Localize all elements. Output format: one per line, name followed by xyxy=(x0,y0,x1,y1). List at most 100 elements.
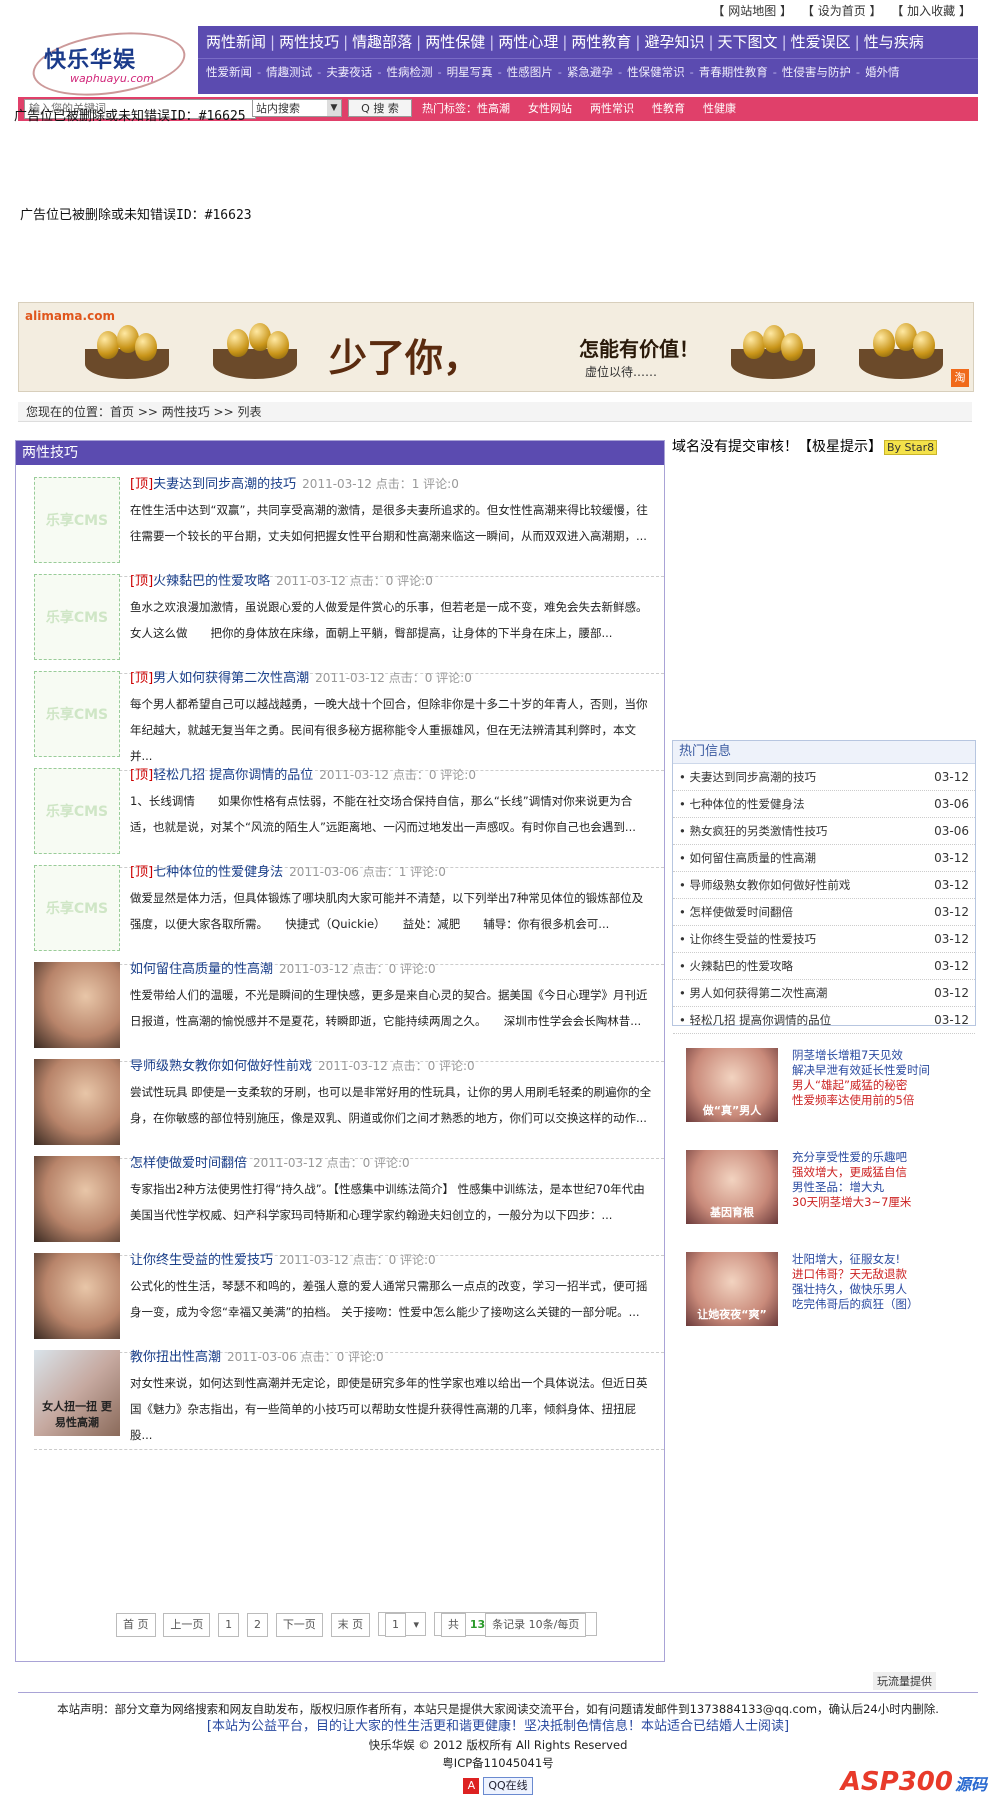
search-scope-select[interactable]: 站内搜索 ▼ xyxy=(252,99,342,117)
subnav-item[interactable]: 性感图片 xyxy=(507,65,553,79)
article-thumbnail[interactable] xyxy=(34,962,120,1048)
promo-line-link[interactable]: 30天阴茎增大3~7厘米 xyxy=(792,1195,962,1210)
hot-info-item[interactable]: • 男人如何获得第二次性高潮 03-12 xyxy=(673,980,975,1007)
article-title-link[interactable]: 轻松几招 提高你调情的品位 xyxy=(153,768,313,783)
promo-line-link[interactable]: 强效增大，更威猛自信 xyxy=(792,1165,962,1180)
article-thumbnail[interactable]: 乐享CMS xyxy=(34,574,120,660)
nav-item[interactable]: 性爱误区 xyxy=(791,33,851,51)
hot-info-title-link[interactable]: • 轻松几招 提高你调情的品位 xyxy=(679,1013,831,1027)
qq-online-button[interactable]: QQ在线 xyxy=(483,1777,533,1795)
article-title-link[interactable]: 教你扭出性高潮 xyxy=(130,1350,221,1365)
promo-line-link[interactable]: 阴茎增长增粗7天见效 xyxy=(792,1048,962,1063)
hot-info-title-link[interactable]: • 火辣黏巴的性爱攻略 xyxy=(679,959,793,973)
hot-info-item[interactable]: • 火辣黏巴的性爱攻略 03-12 xyxy=(673,953,975,980)
article-title-link[interactable]: 男人如何获得第二次性高潮 xyxy=(153,671,309,686)
article-thumbnail[interactable] xyxy=(34,1253,120,1339)
next-page-button[interactable]: 下一页 xyxy=(275,1613,323,1637)
page-select[interactable]: 1 ▾ xyxy=(377,1612,426,1637)
nav-item[interactable]: 两性教育 xyxy=(571,33,631,51)
hot-info-item[interactable]: • 怎样使做爱时间翻倍 03-12 xyxy=(673,899,975,926)
hot-info-title-link[interactable]: • 导师级熟女教你如何做好性前戏 xyxy=(679,878,850,892)
promo-line-link[interactable]: 性爱频率达使用前的5倍 xyxy=(792,1093,962,1108)
set-home-link[interactable]: 【 设为首页 】 xyxy=(802,4,882,18)
hot-info-title-link[interactable]: • 七种体位的性爱健身法 xyxy=(679,797,804,811)
hot-info-item[interactable]: • 夫妻达到同步高潮的技巧 03-12 xyxy=(673,764,975,791)
promo-line-link[interactable]: 进口伟哥？天无敌退款 xyxy=(792,1267,962,1282)
last-page-button[interactable]: 末 页 xyxy=(330,1613,371,1637)
subnav-item[interactable]: 情趣测试 xyxy=(266,65,312,79)
search-button[interactable]: Q 搜 索 xyxy=(348,99,412,117)
promo-image[interactable]: 基因育根 xyxy=(686,1150,778,1224)
article-title-link[interactable]: 七种体位的性爱健身法 xyxy=(153,865,283,880)
hot-info-title-link[interactable]: • 熟女疯狂的另类激情性技巧 xyxy=(679,824,827,838)
subnav-item[interactable]: 性保健常识 xyxy=(627,65,685,79)
promo-ad[interactable]: 让她夜夜“爽” 壮阳增大，征服女友! 进口伟哥？天无敌退款 强壮持久，做快乐男人 吃完伟… xyxy=(686,1252,956,1326)
article-thumbnail[interactable] xyxy=(34,1156,120,1242)
add-favorite-link[interactable]: 【 加入收藏 】 xyxy=(891,4,971,18)
hot-tag-link[interactable]: 性教育 xyxy=(652,102,685,115)
ad-banner[interactable]: alimama.com 少了你， 怎能有价值！ 虚位以待…… 淘 xyxy=(18,302,974,392)
article-title-link[interactable]: 导师级熟女教你如何做好性前戏 xyxy=(130,1059,312,1074)
subnav-item[interactable]: 夫妻夜话 xyxy=(326,65,372,79)
hot-info-title-link[interactable]: • 夫妻达到同步高潮的技巧 xyxy=(679,770,816,784)
hot-info-title-link[interactable]: • 如何留住高质量的性高潮 xyxy=(679,851,816,865)
hot-info-item[interactable]: • 让你终生受益的性爱技巧 03-12 xyxy=(673,926,975,953)
promo-line-link[interactable]: 吃完伟哥后的疯狂（图） xyxy=(792,1297,962,1312)
hot-info-item[interactable]: • 熟女疯狂的另类激情性技巧 03-06 xyxy=(673,818,975,845)
hot-tag-link[interactable]: 性高潮 xyxy=(477,102,510,115)
promo-line-link[interactable]: 解决早泄有效延长性爱时间 xyxy=(792,1063,962,1078)
hot-info-item[interactable]: • 导师级熟女教你如何做好性前戏 03-12 xyxy=(673,872,975,899)
hot-info-item[interactable]: • 七种体位的性爱健身法 03-06 xyxy=(673,791,975,818)
article-thumbnail[interactable]: 乐享CMS xyxy=(34,865,120,951)
article-thumbnail[interactable]: 女人扭一扭 更易性高潮 xyxy=(34,1350,120,1436)
nav-item[interactable]: 两性心理 xyxy=(498,33,558,51)
article-title-link[interactable]: 火辣黏巴的性爱攻略 xyxy=(153,574,270,589)
nav-item[interactable]: 两性保健 xyxy=(425,33,485,51)
article-thumbnail[interactable]: 乐享CMS xyxy=(34,477,120,563)
nav-item[interactable]: 性与疾病 xyxy=(864,33,924,51)
article-thumbnail[interactable]: 乐享CMS xyxy=(34,671,120,757)
hot-info-item[interactable]: • 如何留住高质量的性高潮 03-12 xyxy=(673,845,975,872)
subnav-item[interactable]: 性侵害与防护 xyxy=(782,65,851,79)
hot-tag-link[interactable]: 两性常识 xyxy=(590,102,634,115)
promo-ad[interactable]: 做“真”男人 阴茎增长增粗7天见效 解决早泄有效延长性爱时间 男人“雄起”威猛的秘密性… xyxy=(686,1048,956,1122)
article-thumbnail[interactable]: 乐享CMS xyxy=(34,768,120,854)
subnav-item[interactable]: 青春期性教育 xyxy=(699,65,768,79)
promo-line-link[interactable]: 充分享受性爱的乐趣吧 xyxy=(792,1150,962,1165)
subnav-item[interactable]: 性爱新闻 xyxy=(206,65,252,79)
sitemap-link[interactable]: 【 网站地图 】 xyxy=(712,4,792,18)
article-title-link[interactable]: 夫妻达到同步高潮的技巧 xyxy=(153,477,296,492)
prev-page-button[interactable]: 上一页 xyxy=(163,1613,211,1637)
nav-item[interactable]: 情趣部落 xyxy=(352,33,412,51)
nav-item[interactable]: 天下图文 xyxy=(718,33,778,51)
promo-line-link[interactable]: 男人“雄起”威猛的秘密 xyxy=(792,1078,962,1093)
page-2-button[interactable]: 2 xyxy=(246,1613,268,1637)
promo-line-link[interactable]: 男性圣品：增大丸 xyxy=(792,1180,962,1195)
hot-info-item[interactable]: • 轻松几招 提高你调情的品位 03-12 xyxy=(673,1007,975,1034)
subnav-item[interactable]: 性病检测 xyxy=(386,65,432,79)
article-title-link[interactable]: 怎样使做爱时间翻倍 xyxy=(130,1156,247,1171)
article-title-link[interactable]: 如何留住高质量的性高潮 xyxy=(130,962,273,977)
site-logo[interactable]: 快乐华娱 waphuayu.com xyxy=(18,23,194,105)
subnav-item[interactable]: 婚外情 xyxy=(865,65,900,79)
nav-item[interactable]: 两性技巧 xyxy=(279,33,339,51)
hot-info-title-link[interactable]: • 让你终生受益的性爱技巧 xyxy=(679,932,816,946)
promo-line-link[interactable]: 强壮持久，做快乐男人 xyxy=(792,1282,962,1297)
hot-tag-link[interactable]: 性健康 xyxy=(703,102,736,115)
qq-online[interactable]: A QQ在线 xyxy=(463,1776,533,1795)
hot-tag-link[interactable]: 女性网站 xyxy=(528,102,572,115)
page-1-button[interactable]: 1 xyxy=(218,1613,240,1637)
nav-item[interactable]: 两性新闻 xyxy=(206,33,266,51)
promo-line-link[interactable]: 壮阳增大，征服女友! xyxy=(792,1252,962,1267)
nav-item[interactable]: 避孕知识 xyxy=(644,33,704,51)
article-thumbnail[interactable] xyxy=(34,1059,120,1145)
hot-info-title-link[interactable]: • 男人如何获得第二次性高潮 xyxy=(679,986,827,1000)
subnav-item[interactable]: 明星写真 xyxy=(447,65,493,79)
article-title-link[interactable]: 让你终生受益的性爱技巧 xyxy=(130,1253,273,1268)
first-page-button[interactable]: 首 页 xyxy=(116,1613,156,1637)
promo-image[interactable]: 做“真”男人 xyxy=(686,1048,778,1122)
subnav-item[interactable]: 紧急避孕 xyxy=(567,65,613,79)
promo-image[interactable]: 让她夜夜“爽” xyxy=(686,1252,778,1326)
promo-ad[interactable]: 基因育根 充分享受性爱的乐趣吧 强效增大，更威猛自信 男性圣品：增大丸 30天阴茎增大3… xyxy=(686,1150,956,1224)
hot-info-title-link[interactable]: • 怎样使做爱时间翻倍 xyxy=(679,905,793,919)
